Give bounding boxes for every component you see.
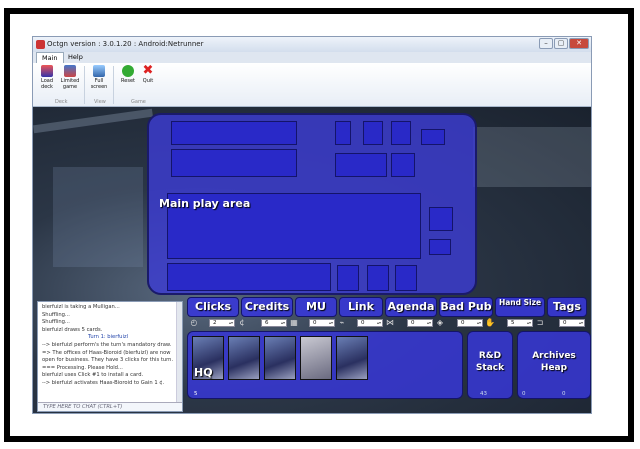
hq-count: 5 [194,391,198,397]
archives-label: Archives Heap [532,351,576,373]
bad-pub-value[interactable]: 0 [457,319,483,327]
hand-size-value[interactable]: 5 [507,319,533,327]
archives-count: 0 [562,391,566,397]
play-slot[interactable] [421,129,445,145]
counter-bad-pub: Bad Pub [439,297,493,317]
load-deck-button[interactable]: Load deck [36,65,58,90]
credits-icon: ¢ [239,318,245,327]
chat-line: bierfuizl uses Click #1 to install a car… [42,372,144,379]
counter-hand-size: Hand Size [495,297,545,317]
quit-button[interactable]: ✖ Quit [137,63,159,84]
window-controls: – ▢ ✕ [539,38,589,49]
play-slot[interactable] [367,265,389,291]
hand-card[interactable] [228,336,260,380]
play-slot[interactable] [171,121,297,145]
hand-card[interactable] [300,336,332,380]
counter-values: ◴ 2 ¢ 6 ▦ 0 ⌁ 0 ⋈ 0 ◈ 0 ✋ 5 ⊐ 0 [33,318,591,328]
maximize-button[interactable]: ▢ [554,38,568,49]
mu-value[interactable]: 0 [309,319,335,327]
play-slot[interactable] [335,121,351,145]
bad-pub-icon: ◈ [436,318,444,327]
credits-value[interactable]: 6 [261,319,287,327]
tags-value[interactable]: 0 [559,319,585,327]
minimize-button[interactable]: – [539,38,553,49]
main-play-area[interactable]: Main play area [147,113,477,295]
clicks-icon: ◴ [190,318,198,327]
ribbon-separator [113,66,114,104]
quit-x-icon: ✖ [142,63,154,78]
counter-link: Link [339,297,383,317]
background-art [33,108,153,134]
play-slot[interactable] [395,265,417,291]
background-art [473,127,591,187]
hand-card[interactable] [264,336,296,380]
full-screen-button[interactable]: Full screen [88,65,110,90]
menu-tabs: Main Help [33,52,591,64]
tags-icon: ⊐ [536,318,544,327]
archives-heap[interactable]: Archives Heap 0 0 [517,331,591,399]
agenda-icon: ⋈ [386,318,394,327]
archives-hidden-count: 0 [522,391,526,397]
close-button[interactable]: ✕ [569,38,589,49]
monitor-icon [93,65,105,77]
hand-size-icon: ✋ [485,318,495,327]
chat-line: === Processing. Please Hold... [42,364,123,371]
play-slot[interactable] [429,207,453,231]
chat-line: bierfuizl is taking a Mulligan... [42,304,120,310]
app-icon [36,40,45,49]
limited-game-button[interactable]: Limited game [59,65,81,90]
chat-line: --> bierfuizl perform's the turn's manda… [42,341,172,348]
hq-label: HQ [194,366,213,379]
play-slot[interactable] [429,239,451,255]
play-slot[interactable] [363,121,383,145]
ribbon: Load deck Limited game Deck Full screen … [33,63,591,107]
game-table: Main play area bierfuizl is taking a Mul… [33,107,591,413]
agenda-value[interactable]: 0 [407,319,433,327]
ribbon-separator [84,66,85,104]
chat-line: => The offices of Haas-Bioroid (bierfuiz… [42,349,174,364]
play-slot[interactable] [171,149,297,177]
reset-icon [122,65,134,77]
rd-stack-count: 43 [480,391,487,397]
tab-help[interactable]: Help [63,52,88,63]
play-slot[interactable] [337,265,359,291]
counter-mu: MU [295,297,337,317]
play-slot[interactable] [391,153,415,177]
link-icon: ⌁ [339,318,345,327]
counter-tags: Tags [547,297,587,317]
mu-icon: ▦ [290,318,298,327]
title-bar: Octgn version : 3.0.1.20 : Android:Netru… [33,37,591,52]
clicks-value[interactable]: 2 [209,319,235,327]
main-play-area-label: Main play area [159,197,251,210]
play-slot[interactable] [335,153,387,177]
group-game-label: Game [131,99,146,105]
rd-stack[interactable]: R&D Stack 43 [467,331,513,399]
hand-card[interactable] [336,336,368,380]
hq-hand[interactable]: HQ 5 [187,331,463,399]
load-deck-icon [41,65,53,77]
app-window: Octgn version : 3.0.1.20 : Android:Netru… [32,36,592,414]
reset-button[interactable]: Reset [117,65,139,84]
chat-input[interactable]: TYPE HERE TO CHAT (CTRL+T) [38,402,182,411]
group-deck-label: Deck [55,99,68,105]
counter-agenda: Agenda [385,297,437,317]
counter-credits: Credits [241,297,293,317]
link-value[interactable]: 0 [357,319,383,327]
group-view-label: View [94,99,106,105]
play-slot[interactable] [167,263,331,291]
turn-marker: Turn 1: bierfuizl [87,334,129,341]
chat-lines: bierfuizl is taking a Mulligan... Shuffl… [38,302,182,388]
background-art [53,167,143,267]
chat-line: --> bierfuizl activates Haas-Bioroid to … [42,379,165,386]
limited-game-icon [64,65,76,77]
rd-stack-label: R&D Stack [475,351,505,373]
play-slot[interactable] [391,121,411,145]
counter-clicks: Clicks [187,297,239,317]
window-title: Octgn version : 3.0.1.20 : Android:Netru… [47,40,204,48]
